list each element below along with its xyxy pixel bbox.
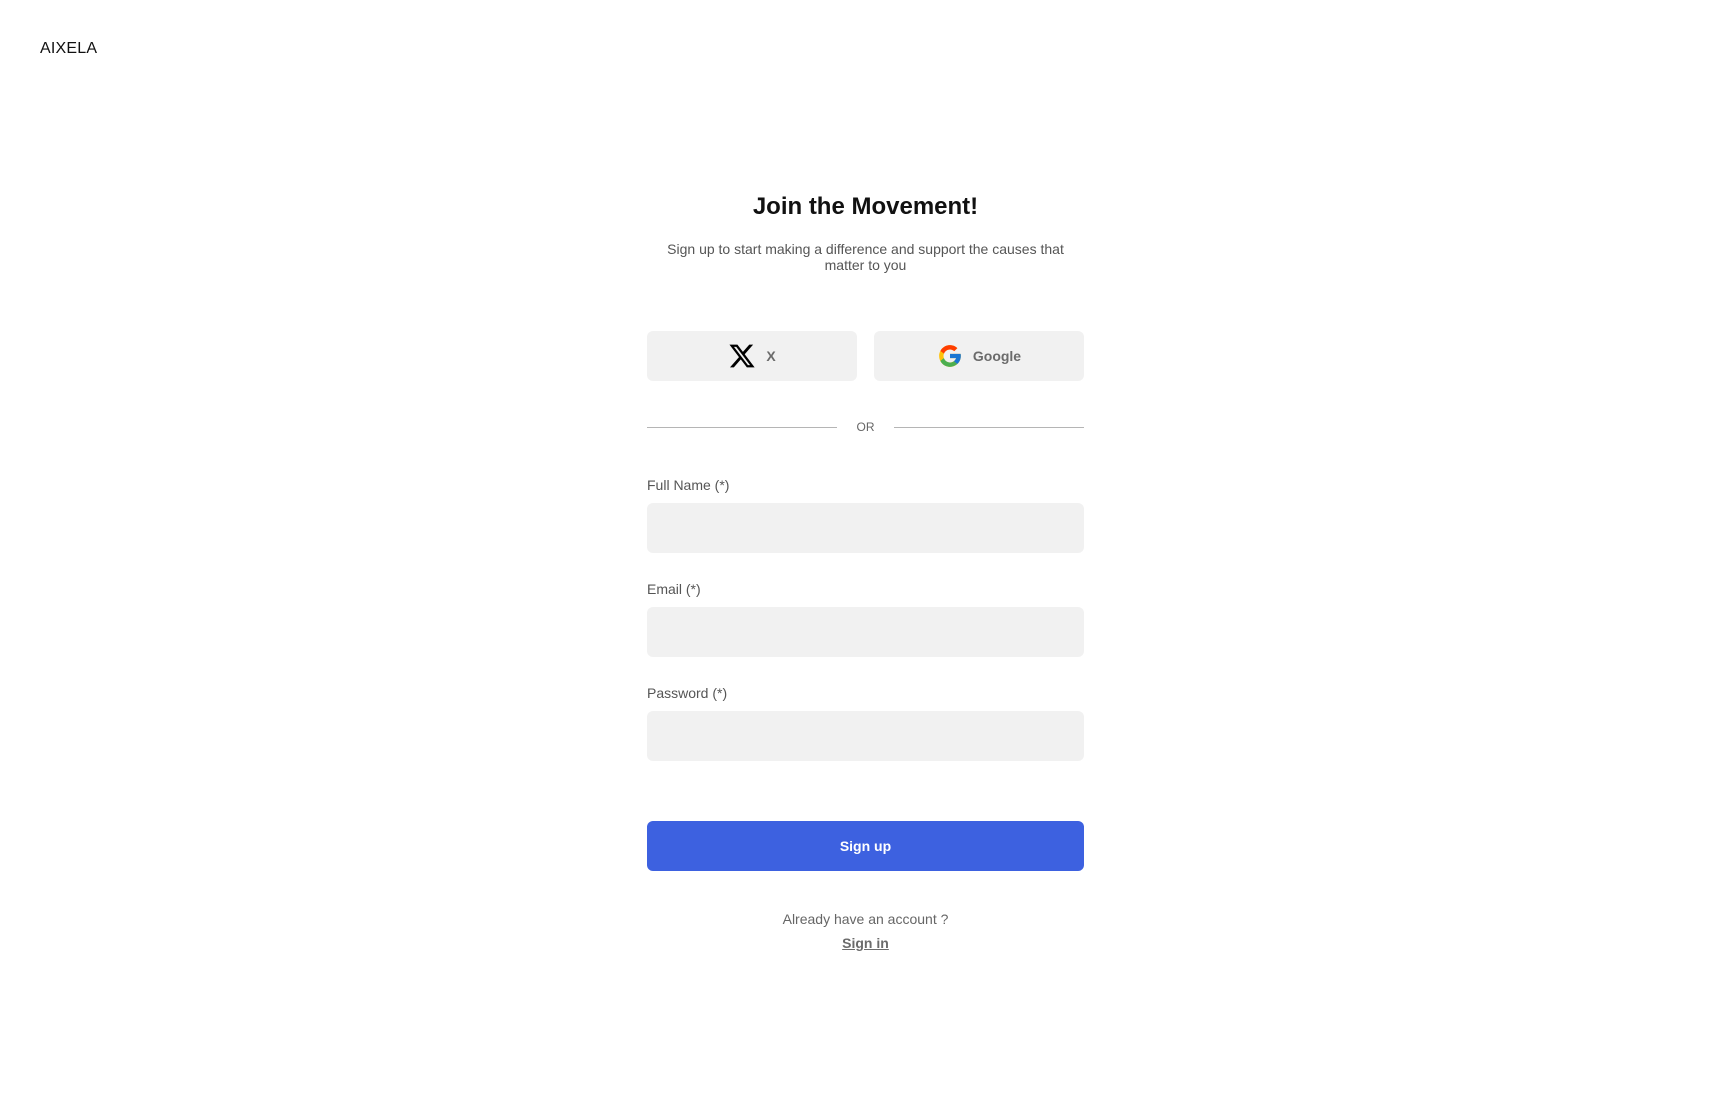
social-login-row: X Google (647, 331, 1084, 381)
or-divider: OR (647, 417, 1084, 437)
full-name-label: Full Name (*) (647, 477, 730, 493)
signup-button[interactable]: Sign up (647, 821, 1084, 871)
signin-question: Already have an account ? (782, 911, 949, 927)
google-signup-label: Google (972, 348, 1022, 364)
or-label: OR (856, 420, 875, 434)
password-field-group: Password (*) (647, 685, 1084, 761)
signup-card: Join the Movement! Sign up to start maki… (647, 190, 1084, 953)
full-name-field-group: Full Name (*) (647, 477, 1084, 553)
email-input[interactable] (647, 607, 1084, 657)
signup-page: AIXELA Join the Movement! Sign up to sta… (0, 0, 1728, 1117)
signin-link[interactable]: Sign in (842, 935, 889, 951)
x-logo-icon (728, 342, 756, 370)
password-label: Password (*) (647, 685, 728, 701)
page-title: Join the Movement! (752, 193, 979, 220)
page-subtitle: Sign up to start making a difference and… (667, 241, 1064, 273)
signin-prompt: Already have an account ? Sign in (647, 911, 1084, 953)
google-signup-button[interactable]: Google (874, 331, 1084, 381)
password-input[interactable] (647, 711, 1084, 761)
divider-line-right (894, 426, 1084, 428)
x-signup-label: X (766, 348, 776, 364)
email-label: Email (*) (647, 581, 701, 597)
full-name-input[interactable] (647, 503, 1084, 553)
x-signup-button[interactable]: X (647, 331, 857, 381)
divider-line-left (647, 426, 837, 428)
email-field-group: Email (*) (647, 581, 1084, 657)
google-logo-icon (937, 343, 963, 369)
brand-logo[interactable]: AIXELA (40, 40, 97, 58)
